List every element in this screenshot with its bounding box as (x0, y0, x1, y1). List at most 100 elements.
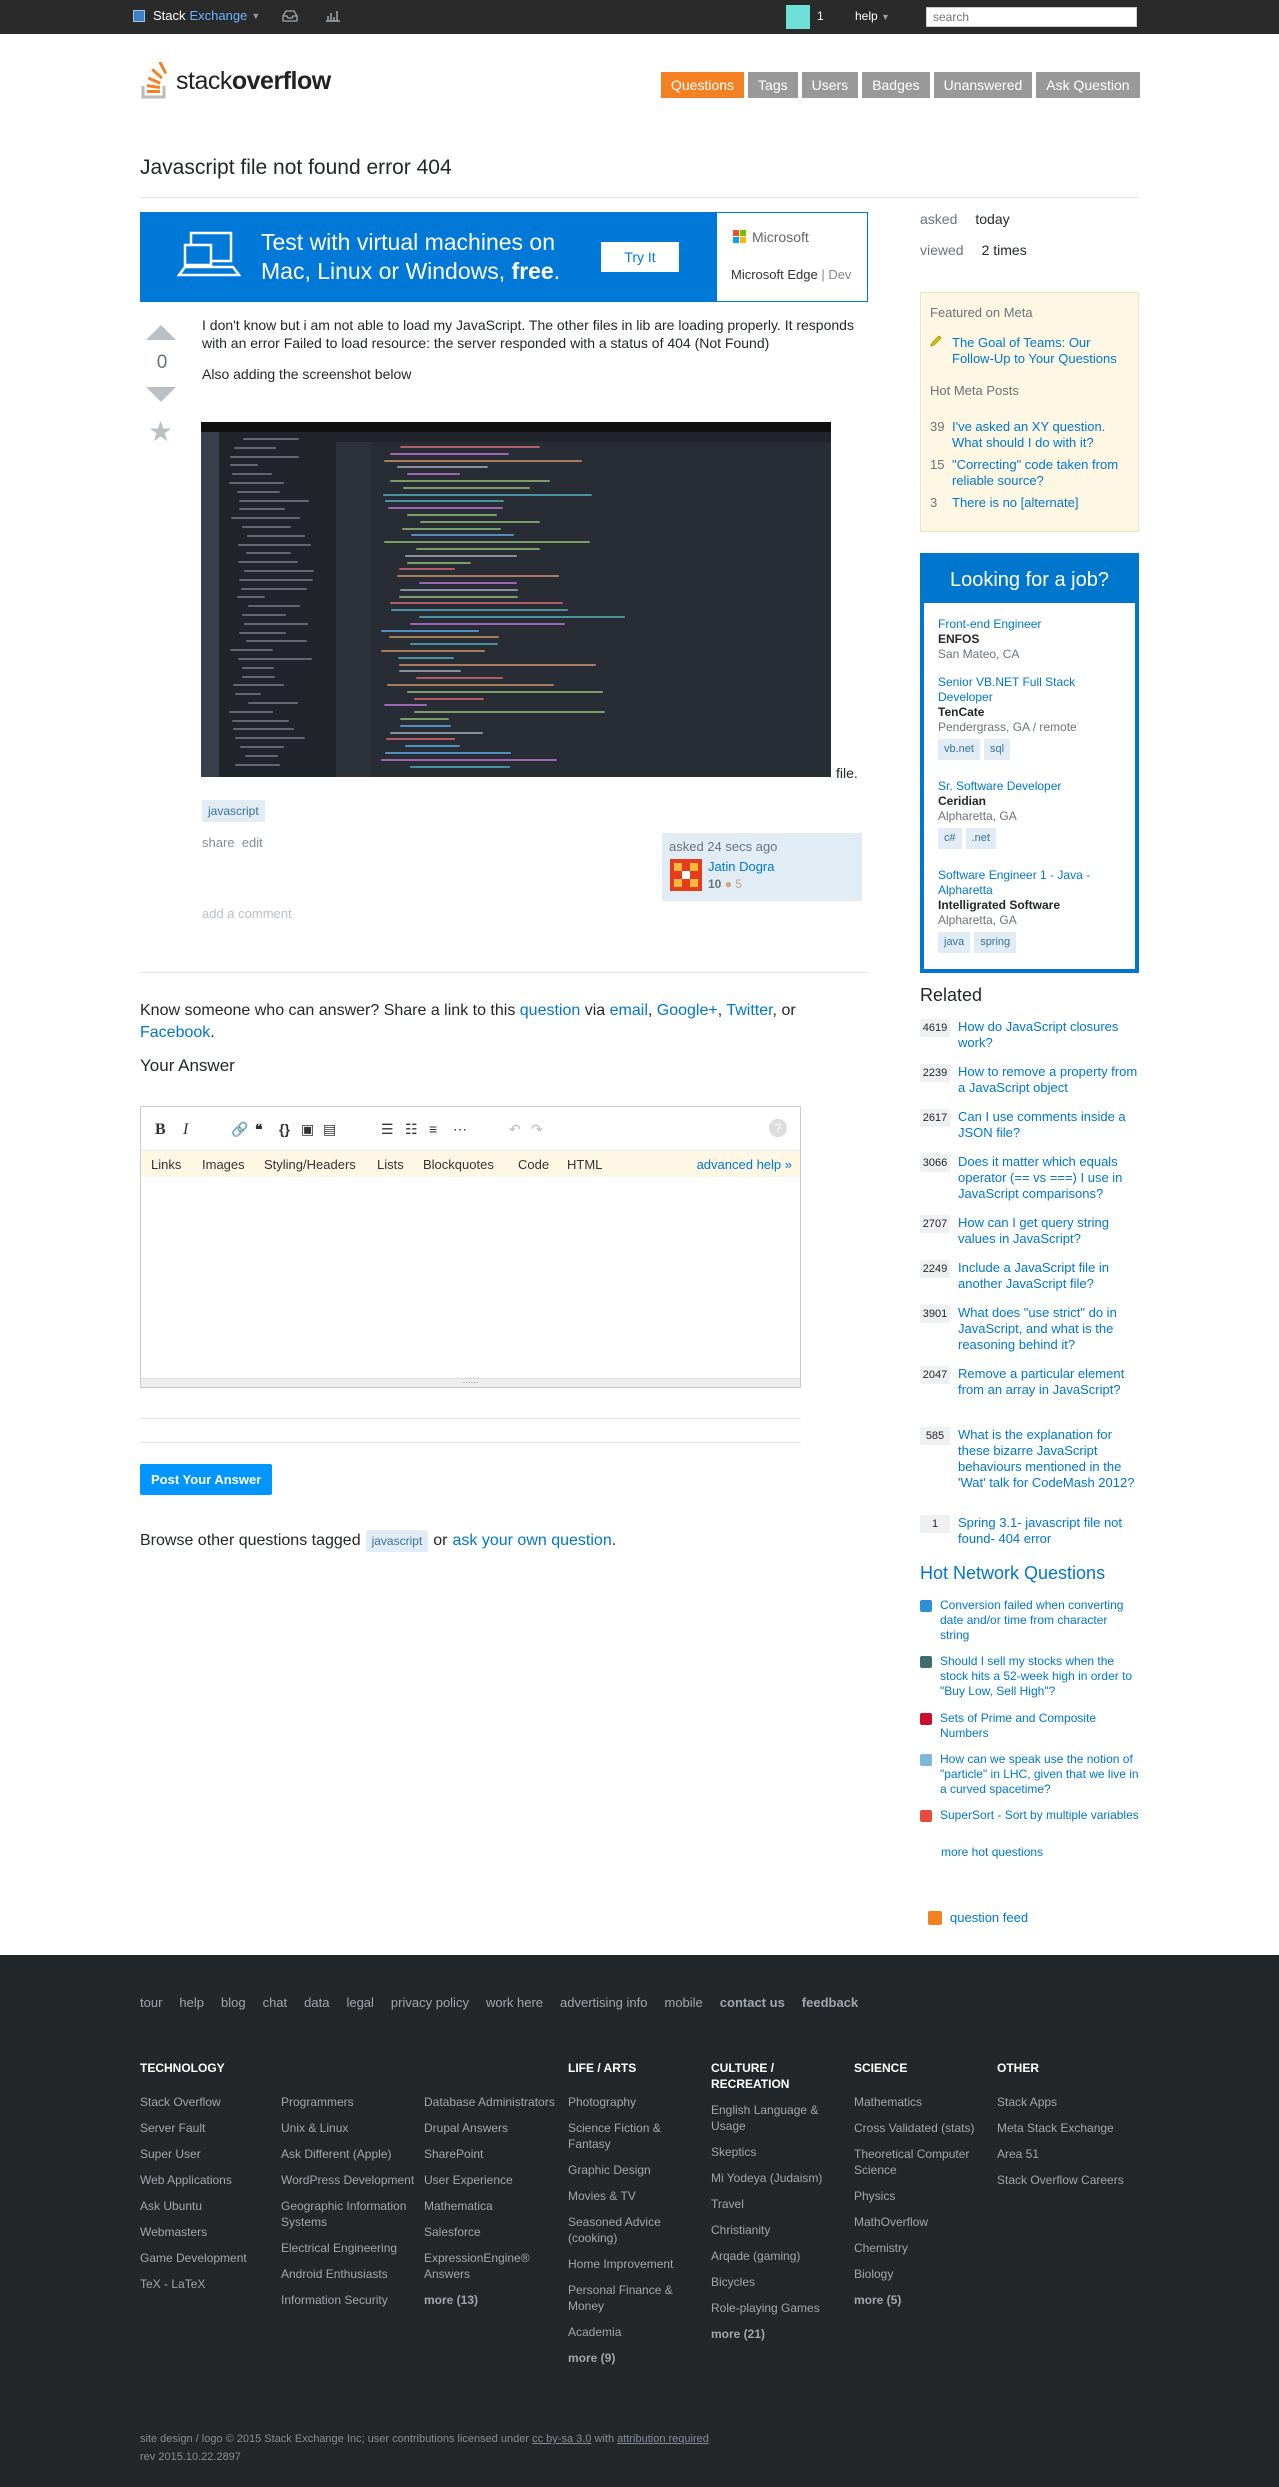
footer-site-link[interactable]: Game Development (140, 2250, 275, 2266)
site-logo[interactable]: stackoverflow (140, 61, 331, 100)
hot-network-item[interactable]: SuperSort - Sort by multiple variables (920, 1808, 1139, 1823)
related-item[interactable]: 1 Spring 3.1- javascript file not found- … (920, 1515, 1139, 1547)
footer-site-link[interactable]: Database Administrators (424, 2094, 559, 2110)
snippet-icon[interactable]: ▤ (323, 1121, 336, 1138)
related-link[interactable]: Include a JavaScript file in another Jav… (958, 1260, 1139, 1292)
job-title[interactable]: Senior VB.NET Full Stack Developer (938, 675, 1075, 704)
ad-try-button[interactable]: Try It (601, 242, 679, 272)
footer-site-link[interactable]: Meta Stack Exchange (997, 2120, 1132, 2136)
footer-site-link[interactable]: Science Fiction & Fantasy (568, 2120, 703, 2152)
help-icon[interactable]: ? (769, 1119, 787, 1137)
footer-link[interactable]: blog (221, 1995, 246, 2010)
related-link[interactable]: Can I use comments inside a JSON file? (958, 1109, 1139, 1141)
job-listing[interactable]: Senior VB.NET Full Stack Developer TenCat… (938, 675, 1128, 760)
nav-unanswered[interactable]: Unanswered (933, 72, 1033, 98)
footer-site-link[interactable]: Role-playing Games (711, 2300, 846, 2316)
footer-site-link[interactable]: Biology (854, 2266, 989, 2282)
related-link[interactable]: How to remove a property from a JavaScri… (958, 1064, 1139, 1096)
footer-site-link[interactable]: Movies & TV (568, 2188, 703, 2204)
horizontal-rule-icon[interactable]: ⋯ (453, 1121, 467, 1138)
footer-link[interactable]: data (304, 1995, 329, 2010)
help-tab-html[interactable]: HTML (567, 1157, 602, 1172)
footer-site-link[interactable]: Ask Ubuntu (140, 2198, 275, 2214)
footer-site-link[interactable]: Programmers (281, 2094, 416, 2110)
footer-site-link[interactable]: Stack Apps (997, 2094, 1132, 2110)
nav-tags[interactable]: Tags (748, 72, 798, 98)
footer-link[interactable]: tour (140, 1995, 162, 2010)
footer-site-link[interactable]: English Language & Usage (711, 2102, 846, 2134)
footer-site-link[interactable]: Geographic Information Systems (281, 2198, 416, 2230)
footer-link[interactable]: legal (346, 1995, 373, 2010)
footer-site-link[interactable]: MathOverflow (854, 2214, 989, 2230)
related-item[interactable]: 2047 Remove a particular element from an … (920, 1366, 1139, 1398)
footer-more-link[interactable]: more (9) (568, 2350, 703, 2366)
license-link[interactable]: cc by-sa 3.0 (532, 2433, 591, 2445)
hot-network-item[interactable]: How can we speak use the notion of "part… (920, 1752, 1139, 1797)
footer-site-link[interactable]: Seasoned Advice (cooking) (568, 2214, 703, 2246)
hot-network-item[interactable]: Conversion failed when converting date a… (920, 1598, 1139, 1643)
job-title[interactable]: Software Engineer 1 - Java - Alpharetta (938, 868, 1090, 897)
browse-tag-javascript[interactable]: javascript (365, 1530, 429, 1552)
footer-site-link[interactable]: Home Improvement (568, 2256, 703, 2272)
footer-site-link[interactable]: WordPress Development (281, 2172, 416, 2188)
footer-site-link[interactable]: Web Applications (140, 2172, 275, 2188)
hot-meta-link[interactable]: I've asked an XY question. What should I… (952, 419, 1130, 451)
related-item[interactable]: 585 What is the explanation for these biz… (920, 1427, 1139, 1491)
job-tag[interactable]: spring (974, 932, 1017, 953)
footer-site-link[interactable]: SharePoint (424, 2146, 559, 2162)
hot-network-link[interactable]: Should I sell my stocks when the stock h… (940, 1654, 1139, 1699)
footer-link[interactable]: contact us (720, 1995, 785, 2010)
post-answer-button[interactable]: Post Your Answer (140, 1464, 273, 1495)
image-icon[interactable]: ▣ (301, 1121, 314, 1138)
stackexchange-menu[interactable]: Stack Exchange ▼ (133, 8, 260, 23)
screenshot-image[interactable] (201, 422, 831, 777)
hot-meta-link[interactable]: There is no [alternate] (952, 495, 1078, 511)
code-icon[interactable]: {} (279, 1121, 290, 1137)
job-listing[interactable]: Front-end Engineer ENFOS San Mateo, CA (938, 617, 1128, 662)
advanced-help-link[interactable]: advanced help » (697, 1157, 792, 1172)
user-name[interactable]: Jatin Dogra (708, 859, 774, 874)
related-link[interactable]: How do JavaScript closures work? (958, 1019, 1139, 1051)
job-listing[interactable]: Sr. Software Developer Ceridian Alpharetta… (938, 779, 1128, 849)
footer-more-link[interactable]: more (21) (711, 2326, 846, 2342)
related-item[interactable]: 3901 What does "use strict" do in JavaScr… (920, 1305, 1139, 1353)
footer-site-link[interactable]: Mathematica (424, 2198, 559, 2214)
related-item[interactable]: 2617 Can I use comments inside a JSON fil… (920, 1109, 1139, 1141)
jobs-title[interactable]: Looking for a job? (924, 557, 1135, 603)
search-input[interactable] (926, 7, 1137, 27)
footer-site-link[interactable]: Salesforce (424, 2224, 559, 2240)
advertisement[interactable]: Test with virtual machines on Mac, Linux … (140, 212, 868, 302)
footer-site-link[interactable]: Drupal Answers (424, 2120, 559, 2136)
related-item[interactable]: 2249 Include a JavaScript file in another… (920, 1260, 1139, 1292)
footer-site-link[interactable]: Bicycles (711, 2274, 846, 2290)
question-feed-link[interactable]: question feed (950, 1910, 1028, 1925)
hot-network-link[interactable]: How can we speak use the notion of "part… (940, 1752, 1139, 1797)
footer-site-link[interactable]: Information Security (281, 2292, 416, 2308)
footer-site-link[interactable]: Academia (568, 2324, 703, 2340)
related-link[interactable]: What is the explanation for these bizarr… (958, 1427, 1139, 1491)
question-link[interactable]: question (520, 1002, 581, 1019)
email-link[interactable]: email (610, 1002, 648, 1019)
footer-site-link[interactable]: Personal Finance & Money (568, 2282, 703, 2314)
related-link[interactable]: What does "use strict" do in JavaScript,… (958, 1305, 1139, 1353)
undo-icon[interactable]: ↶ (509, 1121, 521, 1138)
related-item[interactable]: 4619 How do JavaScript closures work? (920, 1019, 1139, 1051)
upvote-arrow-icon[interactable] (146, 325, 176, 340)
favorite-star-icon[interactable]: ★ (148, 415, 173, 448)
help-tab-links[interactable]: Links (151, 1157, 181, 1172)
related-item[interactable]: 2707 How can I get query string values in… (920, 1215, 1139, 1247)
share-link[interactable]: share (202, 835, 235, 850)
hot-network-link[interactable]: Sets of Prime and Composite Numbers (940, 1711, 1139, 1741)
heading-icon[interactable]: ≡ (429, 1121, 437, 1137)
facebook-link[interactable]: Facebook (140, 1024, 210, 1041)
help-tab-blockquotes[interactable]: Blockquotes (423, 1157, 494, 1172)
user-avatar[interactable] (786, 5, 810, 29)
related-link[interactable]: Does it matter which equals operator (==… (958, 1154, 1139, 1202)
inbox-icon[interactable] (282, 9, 298, 25)
footer-site-link[interactable]: Stack Overflow Careers (997, 2172, 1132, 2188)
achievements-icon[interactable] (325, 9, 341, 25)
job-tag[interactable]: java (938, 932, 971, 953)
user-avatar[interactable] (670, 859, 702, 891)
footer-link[interactable]: mobile (664, 1995, 702, 2010)
hot-meta-item[interactable]: 39 I've asked an XY question. What should… (930, 419, 1130, 451)
